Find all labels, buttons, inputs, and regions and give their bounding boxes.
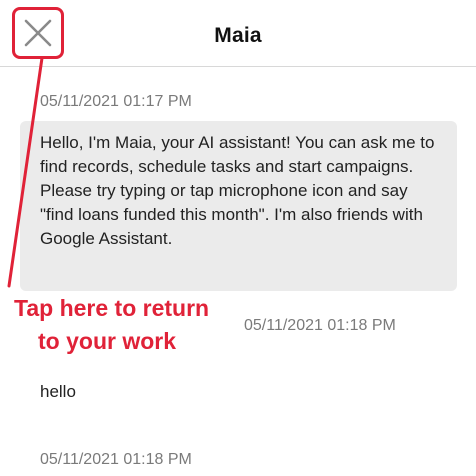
message-timestamp: 05/11/2021 01:18 PM: [244, 317, 396, 334]
annotation-text-line2: to your work: [38, 328, 177, 354]
chat-title: Maia: [214, 24, 262, 47]
assistant-message-bubble: Hello, I'm Maia, your AI assistant! You …: [20, 121, 457, 291]
message-timestamp: 05/11/2021 01:17 PM: [40, 93, 192, 110]
chat-header: Maia: [0, 0, 476, 67]
user-message: hello: [40, 382, 76, 401]
annotation-text-line1: Tap here to return: [14, 295, 210, 321]
message-timestamp: 05/11/2021 01:18 PM: [40, 451, 192, 468]
